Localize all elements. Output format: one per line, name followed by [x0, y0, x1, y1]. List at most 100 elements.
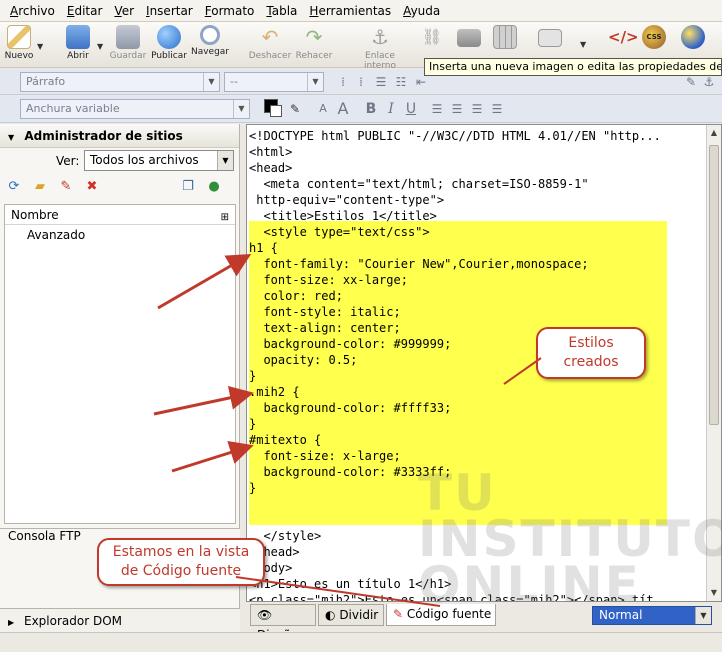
bullet-list-icon[interactable]: ☰ [372, 73, 390, 91]
align-justify-icon[interactable]: ☰ [488, 100, 506, 118]
browse-magnifier-icon [200, 25, 220, 45]
tab-design[interactable]: 👁 Diseño [250, 604, 316, 642]
new-button[interactable]: Nuevo [2, 25, 36, 61]
code-line: color: red; [249, 289, 343, 303]
form-dropdown-arrow[interactable]: ▼ [580, 40, 586, 49]
text-direction-icon[interactable]: ⁞ [334, 73, 352, 91]
redo-icon: ↷ [305, 25, 323, 49]
numbered-list-icon[interactable]: ☷ [392, 73, 410, 91]
styles-callout: Estilos creados [536, 327, 646, 379]
align-right-icon[interactable]: ☰ [468, 100, 486, 118]
watermark: TU INSTITUTO ONLINE [418, 464, 722, 614]
italic-icon[interactable]: I [382, 100, 400, 118]
tree-column-header[interactable]: Nombre ⊞ [5, 205, 235, 225]
code-line: <meta content="text/html; charset=ISO-88… [249, 177, 589, 191]
code-tag-icon: </> [608, 28, 639, 46]
scroll-thumb[interactable] [709, 145, 719, 425]
code-line: opacity: 0.5; [249, 353, 358, 367]
open-dropdown-arrow[interactable]: ▼ [97, 42, 103, 51]
align-left-icon[interactable]: ☰ [428, 100, 446, 118]
refresh-icon[interactable]: ⟳ [6, 179, 22, 195]
menu-herramientas[interactable]: Herramientas [303, 4, 397, 18]
edit-site-icon[interactable]: ✎ [58, 179, 74, 195]
tab-split[interactable]: ◐ Dividir [318, 604, 384, 626]
menu-editar[interactable]: Editar [61, 4, 109, 18]
undo-button[interactable]: ↶ Deshacer [248, 25, 292, 61]
underline-icon[interactable]: U [402, 100, 420, 118]
code-line: font-size: x-large; [249, 449, 401, 463]
internal-link-button[interactable]: ⚓ Enlace interno [348, 25, 412, 71]
code-line: <style type="text/css"> [249, 225, 430, 239]
status-bar [0, 632, 722, 652]
menu-formato[interactable]: Formato [199, 4, 261, 18]
split-view-icon: ◐ [325, 608, 336, 622]
background-color-swatch[interactable] [270, 105, 282, 117]
chevron-down-icon: ▼ [217, 151, 233, 170]
align-center-icon[interactable]: ☰ [448, 100, 466, 118]
css-button[interactable]: CSS [640, 25, 668, 51]
site-tree: Nombre ⊞ Avanzado [4, 204, 236, 524]
code-line: text-align: center; [249, 321, 401, 335]
menu-insertar[interactable]: Insertar [140, 4, 199, 18]
paragraph-format-select[interactable]: Párrafo ▼ [20, 72, 220, 92]
form-icon [538, 29, 562, 47]
image-button[interactable] [456, 25, 482, 49]
site-manager-header[interactable]: ▼ Administrador de sitios [0, 124, 239, 148]
code-line: background-color: #999999; [249, 337, 452, 351]
code-line: font-style: italic; [249, 305, 401, 319]
width-select[interactable]: Anchura variable ▼ [20, 99, 250, 119]
smaller-font-icon[interactable]: A [314, 100, 332, 118]
redo-button[interactable]: ↷ Rehacer [294, 25, 334, 61]
chevron-down-icon: ▼ [695, 607, 711, 624]
composer-globe-button[interactable] [678, 25, 708, 51]
tree-item[interactable]: Avanzado [5, 225, 235, 245]
code-line: font-family: "Courier New",Courier,monos… [249, 257, 589, 271]
dom-explorer-header[interactable]: ▶ Explorador DOM [0, 608, 240, 632]
menu-ver[interactable]: Ver [108, 4, 140, 18]
open-folder-icon [66, 25, 90, 49]
view-filter-select[interactable]: Todos los archivos ▼ [84, 150, 234, 171]
column-picker-icon[interactable]: ⊞ [221, 208, 229, 228]
delete-icon[interactable]: ✖ [84, 179, 100, 195]
publish-button[interactable]: Publicar [148, 25, 190, 61]
code-line: <!DOCTYPE html PUBLIC "-//W3C//DTD HTML … [249, 129, 661, 143]
align-bar-icon[interactable]: ⁞ [352, 73, 370, 91]
open-button[interactable]: Abrir [60, 25, 96, 61]
larger-font-icon[interactable]: A [334, 100, 352, 118]
eye-icon: 👁 [257, 608, 273, 622]
code-line: <title>Estilos 1</title> [249, 209, 437, 223]
menu-archivo[interactable]: Archivo [4, 4, 61, 18]
menu-tabla[interactable]: Tabla [260, 4, 303, 18]
code-line: } [249, 417, 257, 431]
css-palette-icon: CSS [642, 25, 666, 49]
font-select[interactable]: -- ▼ [224, 72, 324, 92]
new-dropdown-arrow[interactable]: ▼ [37, 42, 43, 51]
image-icon [457, 29, 481, 47]
text-format-toolbar: Anchura variable ▼ ✎ A A B I U ☰ ☰ ☰ ☰ [0, 96, 722, 123]
bold-icon[interactable]: B [362, 100, 380, 118]
scroll-down-icon[interactable]: ▼ [707, 585, 721, 601]
table-grid-icon [493, 25, 517, 49]
save-button[interactable]: Guardar [108, 25, 148, 61]
code-line: #mitexto { [249, 433, 322, 447]
source-view-callout: Estamos en la vista de Código fuente [97, 538, 265, 586]
menu-ayuda[interactable]: Ayuda [397, 4, 446, 18]
menu-bar: Archivo Editar Ver Insertar Formato Tabl… [0, 0, 722, 22]
chevron-down-icon: ▼ [307, 73, 323, 91]
highlight-pen-icon[interactable]: ✎ [286, 100, 304, 118]
browse-button[interactable]: Navegar [190, 25, 230, 57]
chevron-down-icon: ▼ [203, 73, 219, 91]
source-tag-button[interactable]: </> [606, 25, 639, 51]
code-line: .mih2 { [249, 385, 300, 399]
pencil-icon [7, 25, 31, 49]
table-button[interactable] [492, 25, 518, 51]
globe-small-icon[interactable]: ● [206, 179, 222, 195]
code-line: } [249, 369, 257, 383]
source-code-icon: ✎ [393, 607, 404, 621]
link-button[interactable]: ⛓ [420, 25, 444, 51]
new-folder-icon[interactable]: ▰ [32, 179, 48, 195]
expand-triangle-icon: ▶ [8, 618, 15, 627]
windows-icon[interactable]: ❐ [180, 179, 196, 195]
form-button[interactable] [538, 25, 562, 49]
scroll-up-icon[interactable]: ▲ [707, 125, 721, 141]
